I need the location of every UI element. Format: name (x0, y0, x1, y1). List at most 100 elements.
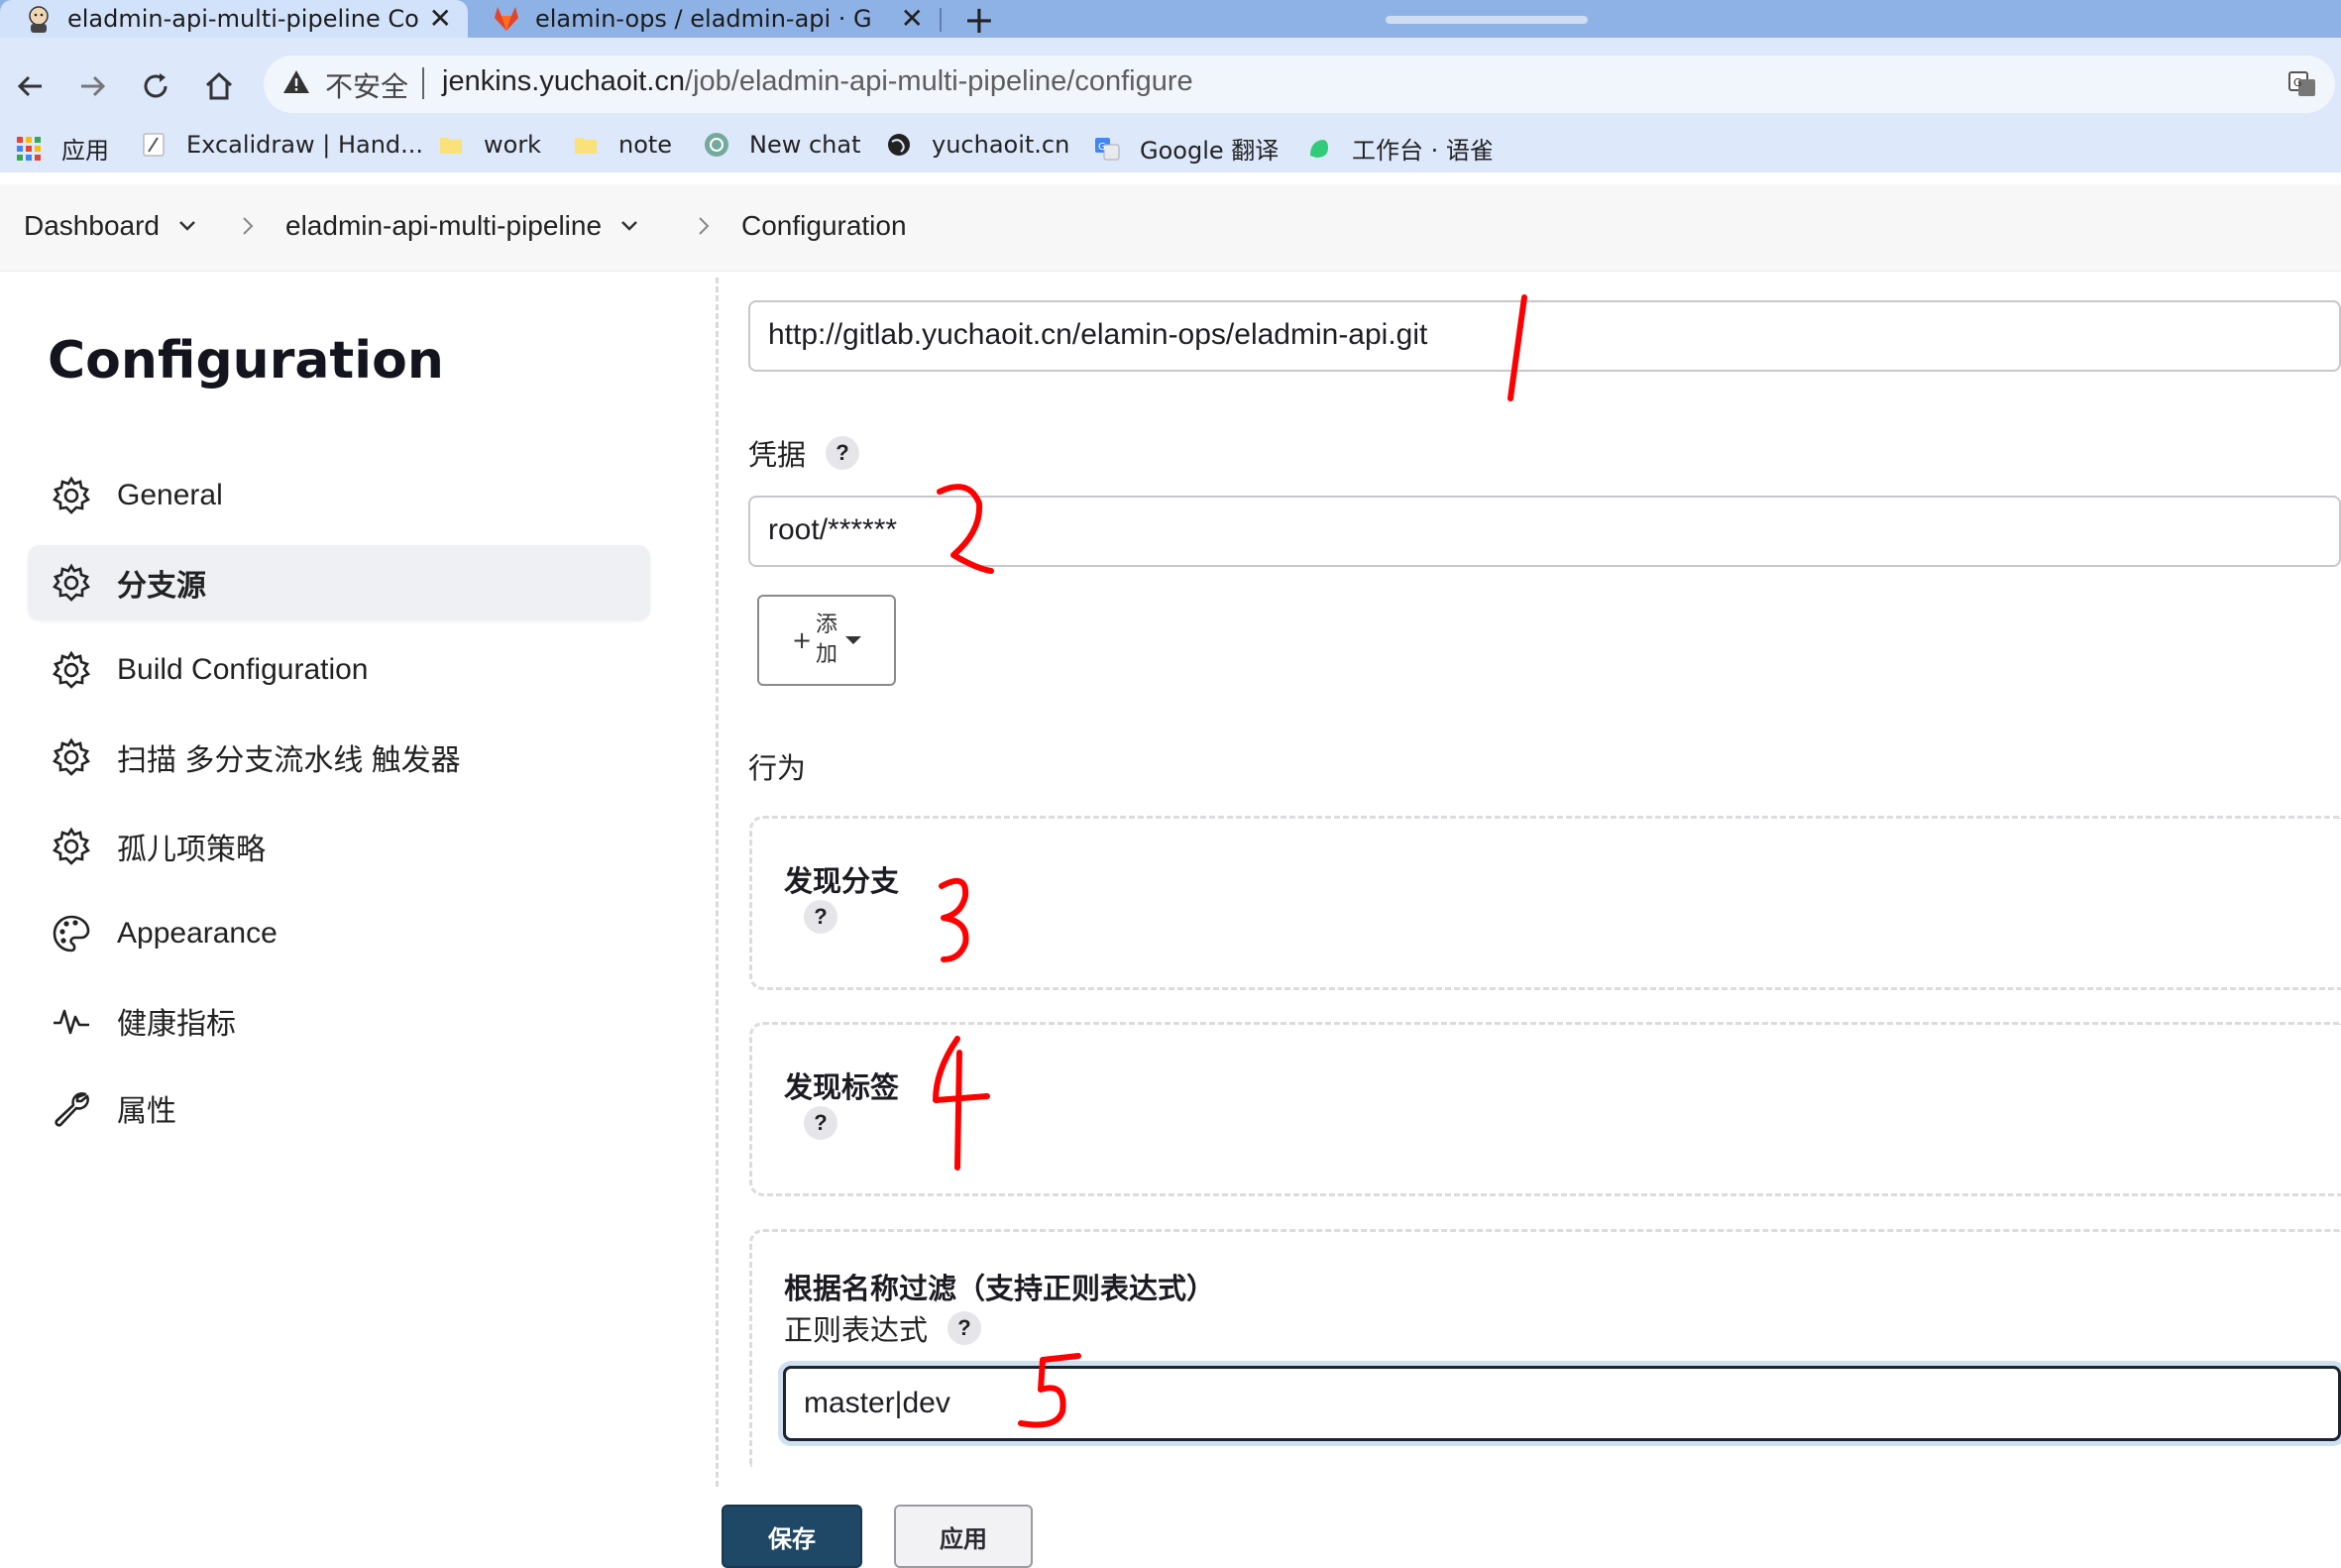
yuque-icon (1310, 139, 1328, 158)
trait-title: 根据名称过滤（支持正则表达式） (784, 1272, 1216, 1305)
bookmark-excalidraw[interactable]: Excalidraw | Hand... (141, 131, 423, 159)
trait-title: 发现标签 (784, 1070, 900, 1104)
sidebar-item-build-configuration[interactable]: Build Configuration (28, 632, 650, 708)
sidebar-item-branch-sources[interactable]: 分支源 (28, 545, 650, 620)
trait-discover-tags: 发现标签 ? (749, 1022, 2341, 1196)
tab-close-icon[interactable]: ✕ (429, 2, 452, 35)
add-button-label: 添 加 (816, 611, 837, 670)
add-credentials-button[interactable]: + 添 加 (757, 595, 896, 686)
browser-tab-strip: eladmin-api-multi-pipeline Co ✕ elamin-o… (0, 0, 2341, 42)
add-label-line: 添 (816, 613, 838, 637)
gear-icon (52, 476, 91, 514)
bookmark-label: note (618, 131, 673, 159)
bookmark-label: Excalidraw | Hand... (186, 131, 424, 159)
section-divider (716, 278, 719, 1487)
breadcrumb-label: eladmin-api-multi-pipeline (285, 210, 603, 241)
browser-tab-gitlab[interactable]: elamin-ops / eladmin-api · Git ✕ (468, 0, 940, 38)
chevron-right-icon (243, 217, 254, 235)
sidebar-item-label: 分支源 (117, 570, 206, 603)
breadcrumb-label: Dashboard (24, 210, 160, 241)
breadcrumb-dashboard[interactable]: Dashboard (24, 210, 197, 242)
save-button[interactable]: 保存 (722, 1505, 862, 1568)
wrench-icon (55, 1092, 89, 1127)
home-icon (205, 71, 233, 100)
trait-discover-branches: 发现分支 ? (749, 816, 2341, 990)
help-icon[interactable]: ? (826, 436, 860, 470)
sidebar-item-health-metrics[interactable]: 健康指标 (28, 983, 650, 1059)
sidebar-item-label: General (117, 479, 223, 511)
sidebar-item-scan-triggers[interactable]: 扫描 多分支流水线 触发器 (28, 720, 650, 795)
bookmark-label: Google 翻译 (1140, 137, 1280, 165)
tab-close-icon[interactable]: ✕ (901, 2, 924, 35)
tab-title: eladmin-api-multi-pipeline Co (67, 5, 419, 33)
chevron-down-icon[interactable] (177, 219, 197, 233)
credentials-label-text: 凭据 (748, 438, 807, 472)
behaviors-label: 行为 (748, 751, 807, 785)
folder-icon (440, 138, 462, 154)
google-translate-icon: G (1095, 137, 1120, 160)
arrow-right-icon (81, 75, 106, 97)
bookmark-yuque[interactable]: 工作台 · 语雀 (1306, 131, 1494, 166)
bookmark-work[interactable]: work (438, 131, 541, 159)
gear-icon (52, 827, 91, 865)
chevron-down-icon[interactable] (619, 219, 639, 233)
forward-button[interactable] (67, 61, 117, 111)
repository-url-input[interactable]: http://gitlab.yuchaoit.cn/elamin-ops/ela… (748, 300, 2341, 372)
bookmark-apps[interactable]: 应用 (16, 131, 109, 166)
gear-icon (52, 650, 91, 689)
tab-strip-indicator (1386, 16, 1588, 24)
browser-toolbar: 不安全 jenkins.yuchaoit.cn/job/eladmin-api-… (0, 38, 2341, 172)
bookmark-note[interactable]: note (573, 131, 672, 159)
bookmark-google-translate[interactable]: G Google 翻译 (1094, 131, 1279, 166)
browser-tab-jenkins[interactable]: eladmin-api-multi-pipeline Co ✕ (0, 0, 468, 38)
sidebar-item-label: Build Configuration (117, 653, 369, 686)
regex-label: 正则表达式 ? (784, 1307, 982, 1349)
breadcrumb-configuration[interactable]: Configuration (741, 210, 907, 242)
credentials-label: 凭据 ? (748, 432, 860, 474)
new-tab-icon[interactable]: + (963, 0, 995, 42)
breadcrumb-job[interactable]: eladmin-api-multi-pipeline (285, 210, 639, 242)
address-bar[interactable]: 不安全 jenkins.yuchaoit.cn/job/eladmin-api-… (264, 56, 2335, 113)
svg-text:G: G (2293, 76, 2302, 89)
pulse-icon (54, 1009, 89, 1035)
warning-icon[interactable] (281, 67, 311, 97)
credentials-select[interactable]: root/****** (748, 496, 2341, 567)
reload-button[interactable] (131, 61, 180, 111)
sidebar-item-appearance[interactable]: Appearance (28, 896, 650, 971)
url-text[interactable]: jenkins.yuchaoit.cn/job/eladmin-api-mult… (442, 65, 1193, 98)
bookmark-label: yuchaoit.cn (932, 131, 1070, 159)
help-icon[interactable]: ? (948, 1311, 982, 1345)
jenkins-icon (29, 6, 49, 33)
translate-icon[interactable]: G (2287, 69, 2317, 99)
globe-icon (888, 134, 910, 156)
sidebar-item-label: 孤儿项策略 (117, 834, 266, 866)
apps-grid-icon (17, 136, 41, 161)
breadcrumb: Dashboard eladmin-api-multi-pipeline Con… (0, 184, 2341, 272)
bookmark-label: 应用 (61, 137, 109, 165)
page-title: Configuration (48, 331, 444, 391)
tab-separator (940, 8, 942, 32)
bookmark-yuchaoit[interactable]: yuchaoit.cn (886, 131, 1069, 159)
url-path: /job/eladmin-api-multi-pipeline/configur… (685, 65, 1193, 97)
regex-input[interactable]: master|dev (783, 1366, 2341, 1441)
sidebar-item-properties[interactable]: 属性 (28, 1070, 650, 1146)
sidebar-item-label: 扫描 多分支流水线 触发器 (117, 744, 461, 777)
breadcrumb-label: Configuration (741, 210, 907, 241)
chevron-right-icon (699, 217, 710, 235)
sidebar-item-orphan-strategy[interactable]: 孤儿项策略 (28, 809, 650, 884)
help-icon[interactable]: ? (804, 900, 837, 934)
help-icon[interactable]: ? (804, 1106, 837, 1140)
bookmark-new-chat[interactable]: New chat (704, 131, 861, 159)
chatgpt-icon (705, 133, 728, 157)
sidebar-item-general[interactable]: General (28, 458, 650, 533)
bookmarks-bar: 应用 Excalidraw | Hand... work note New ch… (0, 125, 2341, 170)
back-button[interactable] (6, 61, 56, 111)
apply-button[interactable]: 应用 (894, 1505, 1033, 1568)
security-status[interactable]: 不安全 (325, 65, 408, 105)
folder-icon (575, 138, 597, 154)
bookmark-label: work (484, 131, 542, 159)
gear-icon (52, 563, 91, 602)
regex-label-text: 正则表达式 (784, 1313, 929, 1347)
trait-title: 发现分支 (784, 864, 900, 898)
home-button[interactable] (194, 61, 244, 111)
